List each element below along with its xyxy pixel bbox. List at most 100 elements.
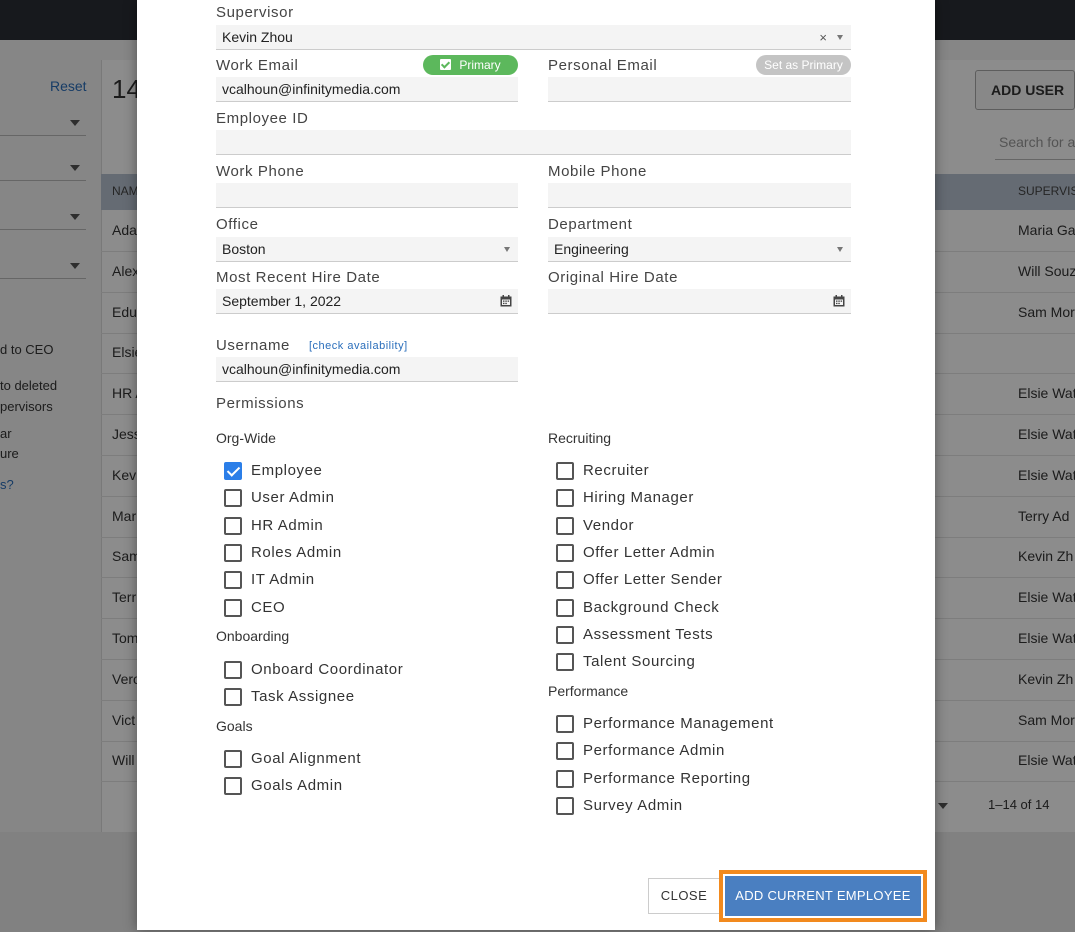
- office-value: Boston: [222, 241, 266, 257]
- permission-group-title: Performance: [548, 683, 629, 699]
- office-label: Office: [216, 216, 259, 233]
- permission-hr-admin[interactable]: HR Admin: [224, 516, 484, 536]
- employee-id-input[interactable]: [216, 130, 851, 155]
- permission-checkbox[interactable]: [224, 462, 242, 480]
- permission-checkbox[interactable]: [556, 462, 574, 480]
- permission-label: Offer Letter Sender: [583, 571, 723, 589]
- permission-background-check[interactable]: Background Check: [556, 598, 816, 618]
- permission-checkbox[interactable]: [556, 715, 574, 733]
- chevron-down-icon: [504, 247, 510, 252]
- mobile-phone-input[interactable]: [548, 183, 851, 208]
- set-as-primary-badge[interactable]: Set as Primary: [756, 55, 851, 75]
- permission-label: Onboard Coordinator: [251, 661, 404, 678]
- clear-icon[interactable]: ×: [819, 25, 827, 50]
- permission-label: Talent Sourcing: [583, 653, 696, 671]
- calendar-icon[interactable]: [833, 295, 845, 307]
- permission-checkbox[interactable]: [556, 571, 574, 590]
- permission-assessment-tests[interactable]: Assessment Tests: [556, 625, 816, 645]
- permission-checkbox[interactable]: [556, 742, 574, 761]
- permission-performance-reporting[interactable]: Performance Reporting: [556, 769, 816, 789]
- primary-email-badge[interactable]: Primary: [423, 55, 518, 75]
- permission-task-assignee[interactable]: Task Assignee: [224, 687, 484, 707]
- permission-label: Roles Admin: [251, 543, 342, 561]
- permission-goal-alignment[interactable]: Goal Alignment: [224, 749, 484, 769]
- supervisor-value: Kevin Zhou: [222, 29, 293, 45]
- permission-performance-admin[interactable]: Performance Admin: [556, 741, 816, 761]
- calendar-icon[interactable]: [500, 295, 512, 307]
- check-availability-link[interactable]: [check availability]: [309, 340, 408, 352]
- permission-label: Goal Alignment: [251, 750, 362, 767]
- permission-checkbox[interactable]: [224, 571, 242, 590]
- permission-recruiter[interactable]: Recruiter: [556, 461, 816, 481]
- permission-checkbox[interactable]: [224, 489, 242, 508]
- permission-checkbox[interactable]: [224, 598, 242, 617]
- add-employee-modal: Supervisor Kevin Zhou × Work Email Prima…: [137, 0, 935, 930]
- original-hire-date-input[interactable]: [548, 289, 851, 314]
- recent-hire-date-value: September 1, 2022: [222, 293, 342, 309]
- add-current-employee-button[interactable]: ADD CURRENT EMPLOYEE: [719, 870, 927, 922]
- username-label: Username: [216, 337, 290, 354]
- permission-label: Survey Admin: [583, 796, 683, 814]
- permission-label: Offer Letter Admin: [583, 543, 716, 561]
- permission-checkbox[interactable]: [556, 598, 574, 617]
- permission-checkbox[interactable]: [224, 516, 242, 535]
- primary-badge-label: Primary: [459, 58, 501, 72]
- permission-offer-letter-admin[interactable]: Offer Letter Admin: [556, 543, 816, 563]
- permission-checkbox[interactable]: [224, 543, 242, 562]
- close-button[interactable]: CLOSE: [648, 878, 720, 914]
- permission-label: Recruiter: [583, 462, 650, 479]
- work-phone-input[interactable]: [216, 183, 518, 208]
- original-hire-date-label: Original Hire Date: [548, 269, 679, 286]
- permission-vendor[interactable]: Vendor: [556, 516, 816, 536]
- permission-hiring-manager[interactable]: Hiring Manager: [556, 488, 816, 508]
- permission-roles-admin[interactable]: Roles Admin: [224, 543, 484, 563]
- mobile-phone-label: Mobile Phone: [548, 163, 647, 180]
- username-input[interactable]: vcalhoun@infinitymedia.com: [216, 357, 518, 382]
- permission-label: Performance Management: [583, 715, 774, 732]
- permission-survey-admin[interactable]: Survey Admin: [556, 796, 816, 816]
- personal-email-input[interactable]: [548, 77, 851, 102]
- permission-performance-management[interactable]: Performance Management: [556, 714, 816, 734]
- permission-talent-sourcing[interactable]: Talent Sourcing: [556, 652, 816, 672]
- work-email-input[interactable]: vcalhoun@infinitymedia.com: [216, 77, 518, 102]
- department-label: Department: [548, 216, 633, 233]
- permission-it-admin[interactable]: IT Admin: [224, 570, 484, 590]
- permission-label: Goals Admin: [251, 777, 343, 795]
- permission-checkbox[interactable]: [556, 543, 574, 562]
- department-value: Engineering: [554, 241, 629, 257]
- permission-checkbox[interactable]: [556, 653, 574, 672]
- permission-group-title: Org-Wide: [216, 430, 276, 446]
- permission-label: IT Admin: [251, 571, 315, 589]
- permission-checkbox[interactable]: [556, 769, 574, 788]
- permission-employee[interactable]: Employee: [224, 461, 484, 481]
- permission-checkbox[interactable]: [556, 625, 574, 644]
- permission-group-title: Onboarding: [216, 628, 290, 644]
- department-select[interactable]: Engineering: [548, 237, 851, 262]
- supervisor-select[interactable]: Kevin Zhou ×: [216, 25, 851, 50]
- permission-checkbox[interactable]: [556, 516, 574, 535]
- recent-hire-date-input[interactable]: September 1, 2022: [216, 289, 518, 314]
- permission-offer-letter-sender[interactable]: Offer Letter Sender: [556, 570, 816, 590]
- permission-checkbox[interactable]: [224, 750, 242, 768]
- work-phone-label: Work Phone: [216, 163, 305, 180]
- permission-checkbox[interactable]: [224, 661, 242, 679]
- permission-checkbox[interactable]: [556, 489, 574, 508]
- office-select[interactable]: Boston: [216, 237, 518, 262]
- checkbox-icon: [440, 59, 452, 70]
- permission-label: Vendor: [583, 516, 635, 534]
- permission-checkbox[interactable]: [556, 796, 574, 815]
- permission-user-admin[interactable]: User Admin: [224, 488, 484, 508]
- permission-goals-admin[interactable]: Goals Admin: [224, 776, 484, 796]
- permissions-label: Permissions: [216, 395, 305, 412]
- permission-onboard-coordinator[interactable]: Onboard Coordinator: [224, 660, 484, 680]
- recent-hire-date-label: Most Recent Hire Date: [216, 269, 381, 286]
- supervisor-label: Supervisor: [216, 4, 294, 21]
- permission-group-title: Recruiting: [548, 430, 612, 446]
- permission-label: Task Assignee: [251, 688, 355, 706]
- permission-checkbox[interactable]: [224, 688, 242, 707]
- permission-ceo[interactable]: CEO: [224, 598, 484, 618]
- permission-label: HR Admin: [251, 516, 324, 534]
- permission-label: Background Check: [583, 598, 720, 616]
- permission-group-title: Goals: [216, 718, 253, 734]
- permission-checkbox[interactable]: [224, 777, 242, 796]
